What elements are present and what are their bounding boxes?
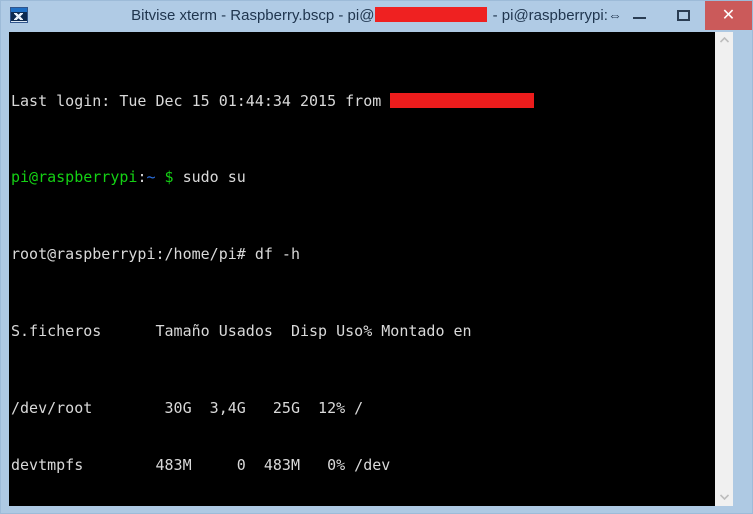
terminal-line-last-login: Last login: Tue Dec 15 01:44:34 2015 fro… [11, 91, 535, 111]
terminal-line-user-prompt: pi@raspberrypi:~ $ sudo su [11, 168, 534, 187]
minimize-icon [633, 17, 646, 19]
application-window: Bitvise xterm - Raspberry.bscp - pi@ - p… [0, 0, 753, 514]
terminal-screen[interactable]: Last login: Tue Dec 15 01:44:34 2015 fro… [9, 32, 715, 506]
title-bar[interactable]: Bitvise xterm - Raspberry.bscp - pi@ - p… [1, 1, 752, 30]
df-table-header: S.ficheros Tamaño Usados Disp Uso% Monta… [11, 322, 472, 340]
minimize-button[interactable] [617, 1, 661, 30]
close-icon: ✕ [721, 7, 736, 24]
terminal-line-root-prompt-df: root@raspberrypi:/home/pi# df -h [11, 245, 300, 264]
terminal-scrollbar[interactable] [715, 32, 733, 506]
window-title-redaction [375, 7, 488, 22]
maximize-icon [677, 10, 690, 21]
terminal-output: Last login: Tue Dec 15 01:44:34 2015 fro… [11, 34, 535, 506]
command-sudo-su: sudo su [173, 168, 246, 187]
scroll-up-icon[interactable] [715, 32, 733, 49]
df-table-row: devtmpfs 483M 0 483M 0% /dev [11, 456, 391, 475]
last-login-host-redaction [390, 92, 535, 108]
window-title-prefix: Bitvise xterm - Raspberry.bscp - pi@ [131, 7, 375, 24]
close-button[interactable]: ✕ [705, 1, 752, 30]
window-title-suffix: - pi@raspberrypi: [488, 7, 608, 24]
prompt-sigil: $ [164, 168, 174, 187]
prompt-path: ~ [146, 168, 156, 187]
scroll-down-icon[interactable] [715, 489, 733, 506]
last-login-text: Last login: Tue Dec 15 01:44:34 2015 fro… [11, 91, 391, 110]
window-controls: ✕ [617, 1, 752, 30]
df-table-row: /dev/root 30G 3,4G 25G 12% / [11, 398, 364, 417]
maximize-button[interactable] [661, 1, 705, 30]
prompt-user-host: pi@raspberrypi [11, 168, 138, 187]
